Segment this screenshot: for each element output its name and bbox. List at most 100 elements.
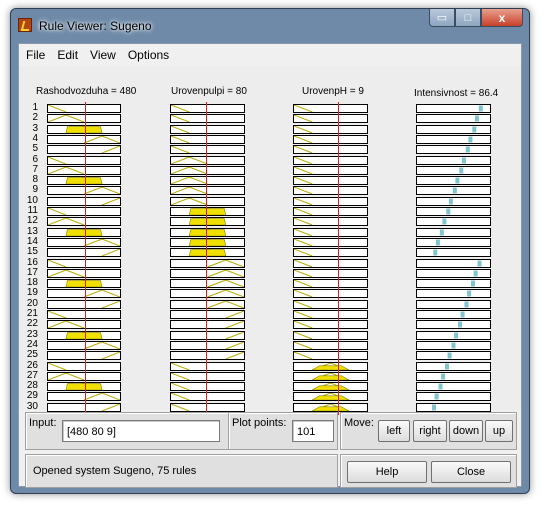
urovenph-rule-cell — [293, 248, 368, 257]
membership-function — [48, 270, 85, 277]
output-singleton — [446, 208, 451, 215]
window-title: Rule Viewer: Sugeno — [39, 19, 152, 33]
intensivnost-rule-cell — [416, 259, 491, 268]
output-singleton — [468, 136, 473, 143]
urovenpulpi-rule-cell — [170, 104, 245, 113]
menu-edit[interactable]: Edit — [51, 44, 84, 66]
move-down-button[interactable]: down — [449, 420, 483, 442]
close-window-button[interactable]: x — [481, 9, 523, 27]
menu-bar: File Edit View Options — [19, 44, 521, 66]
membership-function — [294, 280, 313, 287]
urovenph-input-line[interactable] — [338, 102, 339, 415]
urovenph-rule-cell — [293, 341, 368, 350]
window-controls: ▭ □ x — [429, 9, 523, 29]
menu-file[interactable]: File — [19, 44, 51, 66]
urovenph-rule-cell — [293, 259, 368, 268]
membership-function — [225, 342, 244, 349]
firing-region — [65, 332, 103, 339]
help-button[interactable]: Help — [347, 461, 427, 483]
intensivnost-rule-cell — [416, 310, 491, 319]
intensivnost-rule-cell — [416, 156, 491, 165]
move-left-button[interactable]: left — [378, 420, 410, 442]
membership-function — [48, 115, 85, 122]
move-label: Move: — [344, 417, 374, 429]
output-singleton — [451, 342, 456, 349]
firing-region — [188, 229, 227, 236]
rashodvozduha-rule-cell — [47, 135, 121, 144]
membership-function — [101, 404, 120, 411]
input-label: Input: — [29, 417, 57, 429]
urovenph-rule-cell — [293, 114, 368, 123]
urovenpulpi-rule-cell — [170, 176, 245, 185]
minimize-button[interactable]: ▭ — [429, 9, 455, 27]
output-singleton — [477, 260, 482, 267]
status-text: Opened system Sugeno, 75 rules — [33, 465, 197, 477]
membership-function — [207, 260, 244, 267]
rashodvozduha-rule-cell — [47, 310, 121, 319]
intensivnost-rule-cell — [416, 125, 491, 134]
membership-function — [48, 363, 67, 370]
urovenpulpi-rule-cell — [170, 351, 245, 360]
membership-function — [171, 136, 190, 143]
urovenpulpi-rule-cell — [170, 320, 245, 329]
membership-function — [294, 136, 313, 143]
input-field[interactable]: [480 80 9] — [62, 420, 220, 442]
urovenpulpi-rule-cell — [170, 310, 245, 319]
rule-number: 30 — [26, 401, 38, 412]
membership-function — [294, 177, 313, 184]
rashodvozduha-rule-cell — [47, 114, 121, 123]
intensivnost-rule-cell — [416, 176, 491, 185]
rule-number: 5 — [32, 143, 38, 154]
plot-points-field[interactable]: 101 — [292, 420, 334, 442]
rashodvozduha-rule-cell — [47, 392, 121, 401]
urovenpulpi-rule-cell — [170, 166, 245, 175]
output-singleton — [435, 239, 440, 246]
membership-function — [207, 301, 244, 308]
urovenpulpi-rule-cell — [170, 156, 245, 165]
rashodvozduha-rule-cell — [47, 403, 121, 412]
rashodvozduha-rule-cell — [47, 362, 121, 371]
membership-function — [294, 229, 313, 236]
urovenpulpi-rule-cell — [170, 300, 245, 309]
intensivnost-rule-cell — [416, 351, 491, 360]
rashodvozduha-rule-cell — [47, 279, 121, 288]
membership-function — [48, 105, 67, 112]
rashodvozduha-input-line[interactable] — [85, 102, 86, 415]
urovenph-rule-cell — [293, 156, 368, 165]
close-button[interactable]: Close — [431, 461, 511, 483]
urovenph-rule-cell — [293, 217, 368, 226]
membership-function — [207, 290, 244, 297]
urovenpulpi-input-line[interactable] — [206, 102, 207, 415]
output-singleton — [465, 146, 470, 153]
move-right-button[interactable]: right — [413, 420, 447, 442]
membership-function — [83, 187, 120, 194]
output-singleton — [454, 332, 459, 339]
urovenpulpi-rule-cell — [170, 279, 245, 288]
maximize-button[interactable]: □ — [455, 9, 481, 27]
plot-points-panel: Plot points: 101 — [228, 412, 338, 450]
membership-function — [171, 383, 190, 390]
rashodvozduha-rule-cell — [47, 207, 121, 216]
title-bar[interactable]: Rule Viewer: Sugeno ▭ □ x — [11, 9, 529, 39]
output-singleton — [434, 393, 439, 400]
output-singleton — [478, 105, 483, 112]
membership-function — [171, 373, 190, 380]
urovenph-rule-cell — [293, 197, 368, 206]
rashodvozduha-rule-cell — [47, 320, 121, 329]
firing-region — [188, 239, 227, 246]
membership-function — [225, 321, 244, 328]
urovenph-rule-cell — [293, 238, 368, 247]
membership-function — [294, 249, 313, 256]
firing-region — [188, 218, 227, 225]
move-up-button[interactable]: up — [485, 420, 513, 442]
urovenpulpi-rule-cell — [170, 228, 245, 237]
urovenpulpi-rule-cell — [170, 362, 245, 371]
client-area: File Edit View Options Rashodvozduha = 4… — [18, 43, 522, 488]
menu-view[interactable]: View — [84, 44, 122, 66]
membership-function — [48, 311, 67, 318]
rashodvozduha-rule-cell — [47, 289, 121, 298]
menu-options[interactable]: Options — [122, 44, 175, 66]
membership-function — [171, 363, 190, 370]
urovenph-rule-cell — [293, 135, 368, 144]
intensivnost-rule-cell — [416, 197, 491, 206]
